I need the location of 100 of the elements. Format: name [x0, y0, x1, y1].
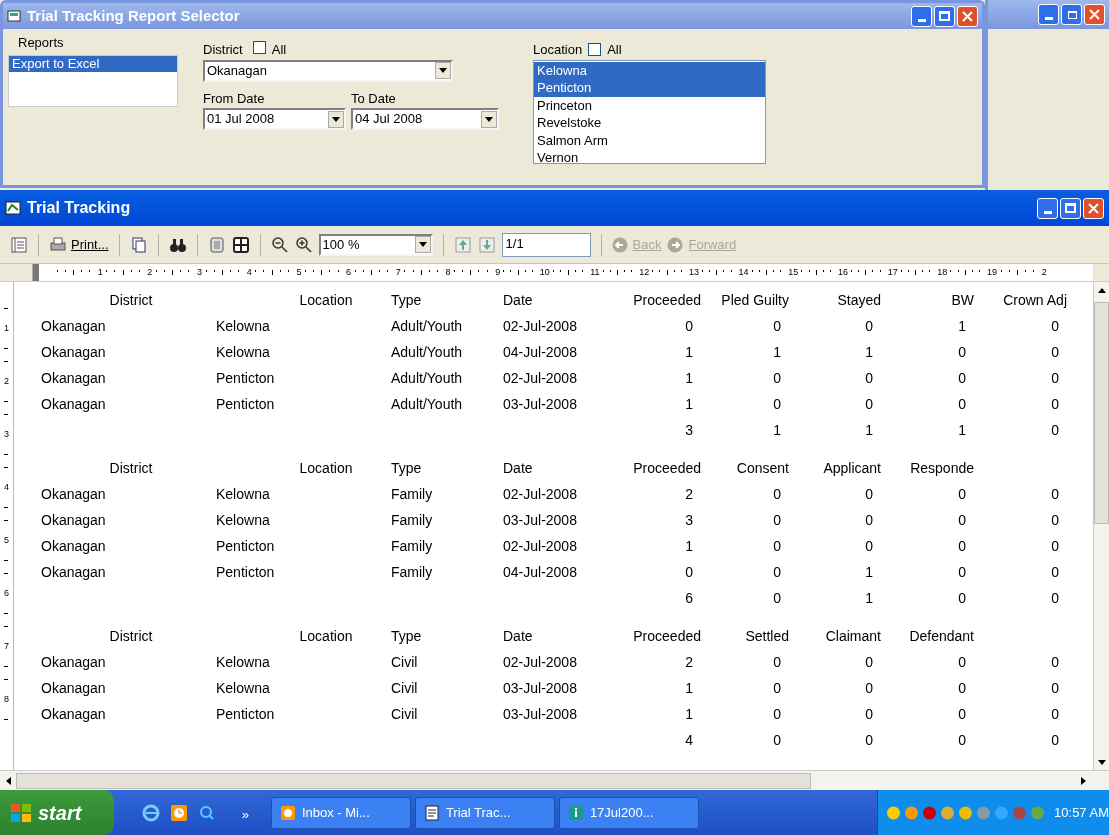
district-dropdown[interactable]: Okanagan [203, 59, 453, 82]
reports-label: Reports [17, 34, 65, 52]
table-cell: 1 [685, 537, 693, 554]
margin-marker[interactable] [33, 264, 39, 281]
location-item[interactable]: Penticton [534, 79, 765, 97]
restore-button[interactable] [1061, 4, 1082, 25]
close-button[interactable] [1084, 4, 1105, 25]
table-cell: 02-Jul-2008 [503, 317, 577, 334]
location-list[interactable]: Kelowna Penticton Princeton Revelstoke Salmon Arm Vernon [533, 59, 766, 164]
total-cell: 0 [773, 731, 781, 748]
ruler-number: 1 [97, 265, 103, 279]
table-cell: 1 [958, 317, 966, 334]
column-header: Type [391, 459, 422, 476]
table-cell: 0 [865, 485, 873, 502]
table-cell: 0 [773, 511, 781, 528]
arrow-up-icon[interactable] [453, 235, 472, 254]
ruler-number: 17 [887, 265, 898, 279]
total-cell: 0 [1051, 589, 1059, 606]
table-cell: 0 [865, 537, 873, 554]
location-item[interactable]: Kelowna [534, 61, 765, 79]
total-cell: 0 [958, 589, 966, 606]
printer-icon [49, 235, 67, 254]
zoom-dropdown[interactable]: 100 % [318, 233, 433, 256]
overflow-chevron[interactable]: » [241, 804, 249, 825]
minimize-button[interactable] [1038, 4, 1059, 25]
table-cell: 02-Jul-2008 [503, 537, 577, 554]
zoom-out-icon[interactable] [270, 235, 289, 254]
table-cell: 0 [865, 511, 873, 528]
single-page-icon[interactable] [207, 235, 226, 254]
report-item[interactable]: Export to Excel [9, 55, 177, 72]
close-button[interactable] [957, 5, 978, 27]
search-icon[interactable] [197, 803, 216, 822]
start-button[interactable]: start [0, 790, 114, 835]
total-cell: 0 [865, 731, 873, 748]
table-cell: 02-Jul-2008 [503, 369, 577, 386]
close-button[interactable] [1083, 197, 1104, 219]
zoom-in-icon[interactable] [294, 235, 313, 254]
table-cell: 0 [1051, 485, 1059, 502]
table-cell: Adult/Youth [391, 395, 463, 412]
location-item[interactable]: Princeton [534, 96, 765, 114]
ruler-number: 3 [197, 265, 203, 279]
table-cell: Okanagan [41, 369, 106, 386]
minimize-button[interactable] [911, 5, 932, 27]
reports-list[interactable]: Export to Excel [8, 54, 178, 107]
ruler-number: 19 [987, 265, 998, 279]
maximize-button[interactable] [1060, 197, 1081, 219]
tree-panel-icon[interactable] [10, 235, 28, 254]
all-checkbox[interactable] [588, 43, 602, 57]
location-item[interactable]: Vernon [534, 149, 765, 163]
table-cell: Penticton [216, 705, 275, 722]
column-header: Pled Guilty [721, 291, 789, 308]
table-cell: 0 [958, 369, 966, 386]
clock: 10:57 AM [1054, 803, 1109, 822]
browser-icon[interactable] [141, 803, 160, 822]
table-cell: Kelowna [216, 317, 270, 334]
column-header: Location [299, 459, 353, 476]
table-cell: 1 [685, 679, 693, 696]
window-title: Trial Tracking Report Selector [27, 5, 241, 26]
arrow-right-icon [667, 236, 684, 253]
table-cell: 0 [773, 485, 781, 502]
print-button[interactable]: Print... [49, 234, 109, 255]
ruler-number: 5 [296, 265, 302, 279]
window-icon [5, 201, 21, 215]
column-header: Proceeded [633, 627, 701, 644]
table-cell: Civil [391, 679, 418, 696]
tray-icon[interactable] [922, 804, 938, 821]
copy-icon[interactable] [129, 235, 148, 254]
table-cell: 1 [865, 343, 873, 360]
to-date-picker[interactable]: 04 Jul 2008 [351, 108, 499, 130]
minimize-button[interactable] [1037, 197, 1058, 219]
table-cell: 03-Jul-2008 [503, 395, 577, 412]
maximize-button[interactable] [934, 5, 955, 27]
table-cell: 0 [1051, 705, 1059, 722]
ruler-number: 5 [4, 533, 9, 547]
taskbar-button[interactable]: 17Jul200... [558, 796, 699, 829]
from-date-picker[interactable]: 01 Jul 2008 [203, 108, 346, 130]
multi-page-icon[interactable] [231, 235, 250, 254]
taskbar-button[interactable]: Trial Trac... [414, 796, 555, 829]
windows-logo-icon [10, 802, 32, 823]
close-icon [1089, 9, 1100, 20]
table-cell: Penticton [216, 369, 275, 386]
table-cell: 03-Jul-2008 [503, 705, 577, 722]
ruler-number: 15 [788, 265, 799, 279]
table-cell: Family [391, 537, 433, 554]
clock-icon[interactable] [169, 803, 188, 822]
taskbar-button[interactable]: Inbox - Mi... [270, 796, 411, 829]
arrow-down-icon[interactable] [477, 235, 496, 254]
location-item[interactable]: Salmon Arm [534, 131, 765, 149]
ruler-number: 12 [639, 265, 650, 279]
vertical-scrollbar[interactable] [1093, 282, 1109, 770]
horizontal-scrollbar[interactable] [0, 770, 1109, 790]
page-field[interactable]: 1/1 [501, 232, 591, 257]
all-checkbox[interactable] [252, 41, 266, 54]
ruler-number: 16 [838, 265, 848, 279]
tray-icon[interactable] [886, 804, 902, 821]
column-header: District [109, 459, 153, 476]
column-header: District [109, 291, 153, 308]
ruler-number: 8 [445, 265, 451, 279]
location-item[interactable]: Revelstoke [534, 114, 765, 132]
ruler-number: 18 [937, 265, 948, 279]
